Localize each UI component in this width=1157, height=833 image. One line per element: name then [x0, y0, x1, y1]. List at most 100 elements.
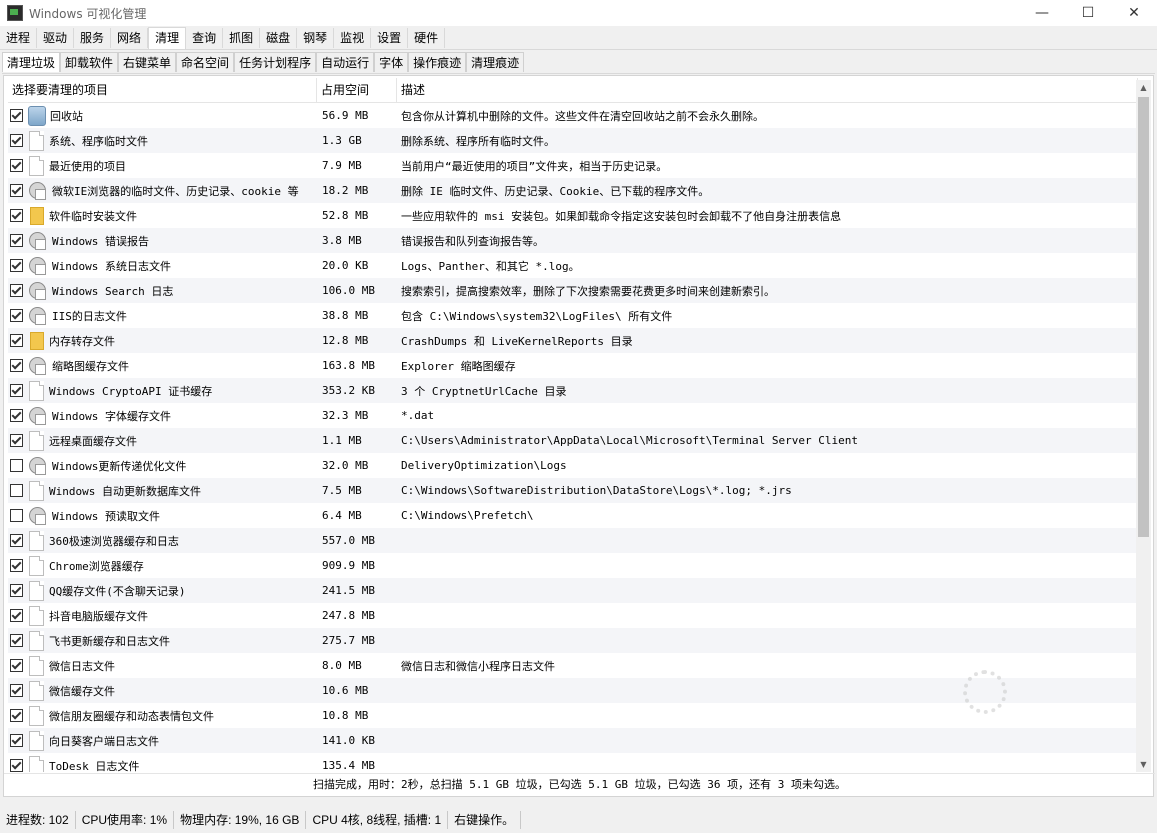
maximize-button[interactable]: ☐: [1065, 0, 1111, 26]
status-item: 右键操作。: [448, 811, 522, 829]
close-button[interactable]: ✕: [1111, 0, 1157, 26]
main-tab[interactable]: 服务: [74, 28, 112, 48]
main-tab[interactable]: 查询: [186, 28, 224, 48]
sub-tab[interactable]: 任务计划程序: [234, 52, 317, 72]
list-item[interactable]: Chrome浏览器缓存 909.9 MB: [8, 553, 1138, 578]
settings-icon: [28, 231, 48, 251]
sub-tab[interactable]: 命名空间: [176, 52, 235, 72]
item-checkbox[interactable]: [10, 559, 23, 572]
list-item[interactable]: 回收站 56.9 MB 包含你从计算机中删除的文件。这些文件在清空回收站之前不会永久…: [8, 103, 1138, 128]
header-item[interactable]: 选择要清理的项目: [8, 78, 317, 102]
scan-status: 扫描完成，用时：2秒，总扫描 5.1 GB 垃圾，已勾选 5.1 GB 垃圾，已…: [4, 773, 1155, 796]
scroll-up-icon[interactable]: ▲: [1136, 80, 1151, 95]
sub-tab[interactable]: 自动运行: [316, 52, 375, 72]
item-checkbox[interactable]: [10, 434, 23, 447]
item-checkbox[interactable]: [10, 234, 23, 247]
list-item[interactable]: Windows 自动更新数据库文件 7.5 MB C:\Windows\Softwa…: [8, 478, 1138, 503]
sub-tab[interactable]: 字体: [374, 52, 409, 72]
item-name: Chrome浏览器缓存: [49, 559, 144, 573]
main-tab[interactable]: 钢琴: [297, 28, 335, 48]
item-name: ToDesk 日志文件: [49, 759, 140, 773]
list-item[interactable]: 微软IE浏览器的临时文件、历史记录、cookie 等 18.2 MB 删除 IE 临…: [8, 178, 1138, 203]
item-name: Windows 自动更新数据库文件: [49, 484, 201, 498]
item-size: 247.8 MB: [322, 609, 375, 622]
main-tab[interactable]: 抓图: [223, 28, 261, 48]
list-item[interactable]: IIS的日志文件 38.8 MB 包含 C:\Windows\system32\Lo…: [8, 303, 1138, 328]
scroll-thumb[interactable]: [1138, 97, 1149, 537]
item-checkbox[interactable]: [10, 584, 23, 597]
file-icon: [29, 155, 44, 176]
list-item[interactable]: 软件临时安装文件 52.8 MB 一些应用软件的 msi 安装包。如果卸载命令指定这…: [8, 203, 1138, 228]
sub-tab[interactable]: 清理垃圾: [2, 52, 61, 72]
list-item[interactable]: 最近使用的项目 7.9 MB 当前用户“最近使用的项目”文件夹，相当于历史记录。: [8, 153, 1138, 178]
scroll-down-icon[interactable]: ▼: [1136, 757, 1151, 772]
list-item[interactable]: 360极速浏览器缓存和日志 557.0 MB: [8, 528, 1138, 553]
item-description: 当前用户“最近使用的项目”文件夹，相当于历史记录。: [401, 159, 668, 173]
item-checkbox[interactable]: [10, 684, 23, 697]
main-tab[interactable]: 进程: [0, 28, 38, 48]
list-item[interactable]: 远程桌面缓存文件 1.1 MB C:\Users\Administrator\App…: [8, 428, 1138, 453]
item-checkbox[interactable]: [10, 184, 23, 197]
item-size: 1.3 GB: [322, 134, 362, 147]
list-item[interactable]: 系统、程序临时文件 1.3 GB 删除系统、程序所有临时文件。: [8, 128, 1138, 153]
list-item[interactable]: 内存转存文件 12.8 MB CrashDumps 和 LiveKernelRepo…: [8, 328, 1138, 353]
item-size: 6.4 MB: [322, 509, 362, 522]
header-desc[interactable]: 描述: [397, 78, 1138, 102]
list-item[interactable]: 缩略图缓存文件 163.8 MB Explorer 缩略图缓存: [8, 353, 1138, 378]
item-description: Explorer 缩略图缓存: [401, 359, 516, 373]
sub-tab[interactable]: 清理痕迹: [466, 52, 525, 72]
list-item[interactable]: 向日葵客户端日志文件 141.0 KB: [8, 728, 1138, 753]
item-checkbox[interactable]: [10, 284, 23, 297]
list-item[interactable]: Windows 错误报告 3.8 MB 错误报告和队列查询报告等。: [8, 228, 1138, 253]
minimize-button[interactable]: —: [1019, 0, 1065, 26]
item-checkbox[interactable]: [10, 459, 23, 472]
list-item[interactable]: QQ缓存文件(不含聊天记录) 241.5 MB: [8, 578, 1138, 603]
main-tab[interactable]: 清理: [148, 27, 187, 49]
item-checkbox[interactable]: [10, 359, 23, 372]
sub-tab[interactable]: 操作痕迹: [408, 52, 467, 72]
item-checkbox[interactable]: [10, 334, 23, 347]
sub-tab[interactable]: 右键菜单: [118, 52, 177, 72]
snowflake-icon: [963, 670, 1007, 714]
main-tab[interactable]: 设置: [371, 28, 409, 48]
item-checkbox[interactable]: [10, 209, 23, 222]
item-checkbox[interactable]: [10, 484, 23, 497]
list-item[interactable]: Windows CryptoAPI 证书缓存 353.2 KB 3 个 Cryptn…: [8, 378, 1138, 403]
list-item[interactable]: 抖音电脑版缓存文件 247.8 MB: [8, 603, 1138, 628]
main-tab[interactable]: 监视: [334, 28, 372, 48]
item-checkbox[interactable]: [10, 534, 23, 547]
list-item[interactable]: Windows 预读取文件 6.4 MB C:\Windows\Prefetch\: [8, 503, 1138, 528]
main-tab[interactable]: 硬件: [408, 28, 446, 48]
list-item[interactable]: ToDesk 日志文件 135.4 MB: [8, 753, 1138, 772]
main-tab[interactable]: 网络: [111, 28, 149, 48]
list-item[interactable]: 飞书更新缓存和日志文件 275.7 MB: [8, 628, 1138, 653]
list-item[interactable]: Windows 系统日志文件 20.0 KB Logs、Panther、和其它 *.…: [8, 253, 1138, 278]
item-name: 360极速浏览器缓存和日志: [49, 534, 179, 548]
sub-tab[interactable]: 卸载软件: [60, 52, 119, 72]
sub-tab-bar: 清理垃圾 卸载软件 右键菜单 命名空间 任务计划程序 自动运行 字体 操作痕迹 清理痕迹: [2, 52, 1155, 74]
item-checkbox[interactable]: [10, 759, 23, 772]
item-checkbox[interactable]: [10, 734, 23, 747]
item-checkbox[interactable]: [10, 134, 23, 147]
item-name: 软件临时安装文件: [49, 209, 137, 223]
item-checkbox[interactable]: [10, 109, 23, 122]
header-size[interactable]: 占用空间: [317, 78, 397, 102]
item-checkbox[interactable]: [10, 634, 23, 647]
item-checkbox[interactable]: [10, 659, 23, 672]
list-item[interactable]: Windows Search 日志 106.0 MB 搜索索引，提高搜索效率，删除了…: [8, 278, 1138, 303]
list-item[interactable]: Windows 字体缓存文件 32.3 MB *.dat: [8, 403, 1138, 428]
main-tab[interactable]: 驱动: [37, 28, 75, 48]
main-tab[interactable]: 磁盘: [260, 28, 298, 48]
item-checkbox[interactable]: [10, 259, 23, 272]
item-checkbox[interactable]: [10, 384, 23, 397]
item-checkbox[interactable]: [10, 159, 23, 172]
item-checkbox[interactable]: [10, 509, 23, 522]
item-checkbox[interactable]: [10, 709, 23, 722]
status-item: 进程数: 102: [0, 811, 76, 829]
list-item[interactable]: Windows更新传递优化文件 32.0 MB DeliveryOptimizati…: [8, 453, 1138, 478]
item-checkbox[interactable]: [10, 609, 23, 622]
item-checkbox[interactable]: [10, 309, 23, 322]
vertical-scrollbar[interactable]: ▲ ▼: [1136, 80, 1151, 772]
item-name: 最近使用的项目: [49, 159, 126, 173]
item-checkbox[interactable]: [10, 409, 23, 422]
